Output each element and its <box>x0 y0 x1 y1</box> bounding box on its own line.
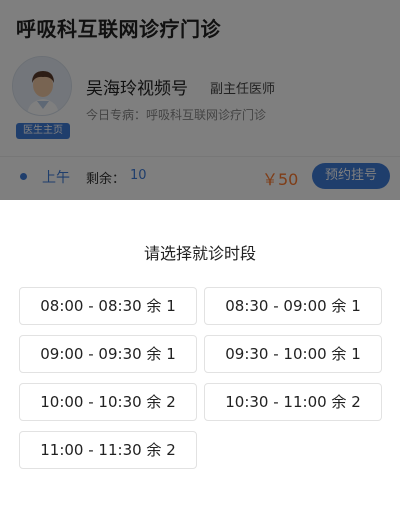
sheet-title: 请选择就诊时段 <box>143 244 256 263</box>
time-slot-option[interactable]: 09:00 - 09:30 余 1 <box>19 335 197 373</box>
time-slot-option[interactable]: 08:00 - 08:30 余 1 <box>19 287 197 325</box>
time-slot-option[interactable]: 09:30 - 10:00 余 1 <box>204 335 382 373</box>
time-slot-option[interactable]: 08:30 - 09:00 余 1 <box>204 287 382 325</box>
time-slot-sheet: 请选择就诊时段 08:00 - 08:30 余 1 08:30 - 09:00 … <box>0 200 400 514</box>
time-slot-option[interactable]: 10:00 - 10:30 余 2 <box>19 383 197 421</box>
time-slot-option[interactable]: 10:30 - 11:00 余 2 <box>204 383 382 421</box>
time-slot-option[interactable]: 11:00 - 11:30 余 2 <box>19 431 197 469</box>
